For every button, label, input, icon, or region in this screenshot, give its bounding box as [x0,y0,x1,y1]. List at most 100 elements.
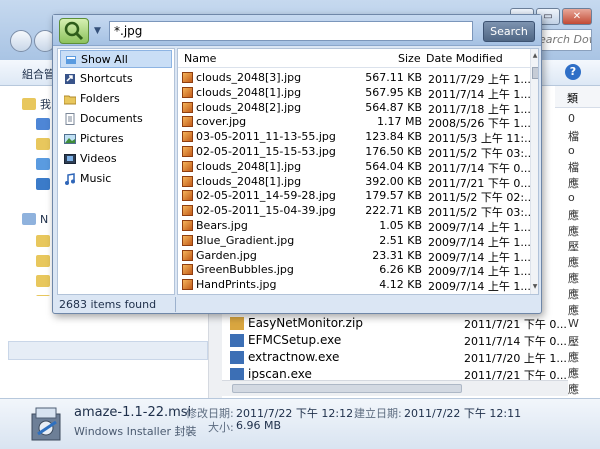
filter-music[interactable]: Music [60,170,172,188]
type-column-header[interactable]: 類 [555,86,600,108]
column-date-modified[interactable]: Date Modified [426,52,503,65]
search-popup: ▼ Search Show All Shortcuts Folders Docu… [52,14,542,314]
type-cell: 應 [568,303,579,317]
result-row[interactable]: clouds_2048[3].jpg 567.11 KB 2011/7/29 上午 … [178,70,531,86]
filter-shortcuts[interactable]: Shortcuts [60,70,172,88]
file-date: 2011/7/20 上午 1... [464,352,567,365]
filter-label: Folders [80,92,120,105]
file-name: ipscan.exe [248,367,312,381]
filter-label: Videos [80,152,117,165]
type-cell: 應 [568,287,579,301]
filter-pictures[interactable]: Pictures [60,130,172,148]
file-row[interactable]: EasyNetMonitor.zip 2011/7/21 下午 0... [230,315,570,333]
result-name: Blue_Gradient.jpg [196,233,295,247]
type-cell: o [568,191,575,204]
scroll-up-icon[interactable]: ▲ [531,52,538,59]
nav-item-icon [36,158,50,170]
jpg-file-icon [182,131,193,143]
result-row[interactable]: 02-05-2011_14-59-28.jpg 179.57 KB 2011/5/2… [178,188,535,204]
result-row[interactable]: cover.jpg 1.17 MB 2008/5/26 下午 1... [178,114,531,130]
close-button[interactable]: ✕ [562,8,592,25]
nav-item-icon [36,178,50,190]
type-cell: 應 [568,224,579,238]
size-value: 6.96 MB [236,419,282,432]
result-row[interactable]: clouds_2048[2].jpg 564.87 KB 2011/7/18 上午 … [178,100,531,116]
nav-item-icon [36,275,50,287]
size-label: 大小: [208,421,234,434]
result-row[interactable]: 02-05-2011_15-04-39.jpg 222.71 KB 2011/5/2… [178,203,535,219]
result-row[interactable]: HandPrints.jpg 4.12 KB 2009/7/14 上午 1... [178,277,531,294]
file-date: 2011/7/14 下午 0... [464,335,567,348]
filter-videos[interactable]: Videos [60,150,172,168]
nav-item-icon [36,255,50,267]
nav-tree-item[interactable]: 我 [22,96,51,112]
result-size: 179.57 KB [365,189,422,203]
column-size[interactable]: Size [398,52,421,65]
results-scrollbar[interactable]: ▲ ▼ [530,49,538,294]
result-row[interactable]: GreenBubbles.jpg 6.26 KB 2009/7/14 上午 1... [178,262,531,278]
installer-package-icon [31,407,61,441]
nav-item-icon [22,213,36,225]
file-name: EFMCSetup.exe [248,333,342,347]
organize-menu[interactable]: 組合管 [22,66,55,82]
result-size: 564.87 KB [365,100,422,114]
video-icon [64,154,76,164]
jpg-file-icon [182,220,193,231]
jpg-file-icon [182,116,193,128]
search-input[interactable] [109,21,473,41]
jpg-file-icon [182,234,193,246]
scrollbar-thumb[interactable] [532,67,538,79]
nav-item-icon [36,235,50,247]
result-name: clouds_2048[2].jpg [196,100,302,114]
result-name: GreenBubbles.jpg [196,263,294,277]
scroll-down-icon[interactable]: ▼ [531,283,538,290]
result-row[interactable]: 02-05-2011_15-15-53.jpg 176.50 KB 2011/5/2… [178,144,535,160]
result-size: 4.12 KB [379,278,422,292]
filter-label: Music [80,172,112,185]
type-cell: 應 [568,177,579,191]
result-name: 02-05-2011_14-59-28.jpg [196,189,336,203]
result-name: 03-05-2011_11-13-55.jpg [196,130,336,144]
jpg-file-icon [182,86,193,98]
type-cell: 應 [568,351,579,364]
horizontal-scrollbar[interactable] [222,380,568,396]
file-date: 2011/7/21 下午 0... [464,318,567,331]
jpg-file-icon [182,72,193,83]
type-cell: W [568,317,579,331]
result-row[interactable]: clouds_2048[1].jpg 567.95 KB 2011/7/14 上午 … [178,85,531,101]
result-row[interactable]: clouds_2048[1].jpg 564.04 KB 2011/7/14 下午 … [178,159,531,175]
jpg-file-icon [182,160,193,172]
result-name: 02-05-2011_15-04-39.jpg [196,204,336,218]
back-button[interactable] [10,30,32,52]
document-icon [65,113,75,125]
filter-folders[interactable]: Folders [60,90,172,108]
result-row[interactable]: Blue_Gradient.jpg 2.51 KB 2009/7/14 上午 1..… [178,233,531,249]
type-cell: 檔 [568,129,579,143]
result-row[interactable]: clouds_2048[1].jpg 392.00 KB 2011/7/21 下午 … [178,174,531,190]
search-button[interactable]: Search [483,21,535,42]
column-name[interactable]: Name [184,52,216,65]
filter-label: Show All [81,53,128,66]
jpg-file-icon [182,279,193,291]
zip-file-icon [230,317,244,330]
results-list: Name Size Date Modified clouds_2048[3].j… [177,48,539,295]
nav-item-label: N [40,213,49,226]
chevron-down-icon[interactable]: ▼ [94,26,101,36]
magnifier-icon[interactable] [59,18,89,44]
file-name: extractnow.exe [248,350,340,364]
result-date: 2009/7/14 上午 1... [428,280,531,294]
filter-show-all[interactable]: Show All [60,50,172,68]
result-name: clouds_2048[1].jpg [196,85,302,99]
result-row[interactable]: 03-05-2011_11-13-55.jpg 123.84 KB 2011/5/3… [178,129,535,145]
file-row[interactable]: extractnow.exe 2011/7/20 上午 1... [230,349,570,367]
file-row[interactable]: EFMCSetup.exe 2011/7/14 下午 0... [230,332,570,350]
result-size: 2.51 KB [379,233,422,247]
scrollbar-thumb[interactable] [232,384,462,393]
jpg-file-icon [182,205,193,217]
result-row[interactable]: Garden.jpg 23.31 KB 2009/7/14 上午 1... [178,248,531,264]
nav-tree-item[interactable]: N [22,213,48,226]
help-icon[interactable]: ? [565,64,581,80]
filter-documents[interactable]: Documents [60,110,172,128]
result-row[interactable]: Bears.jpg 1.05 KB 2009/7/14 上午 1... [178,218,531,234]
result-size: 567.95 KB [365,85,422,99]
